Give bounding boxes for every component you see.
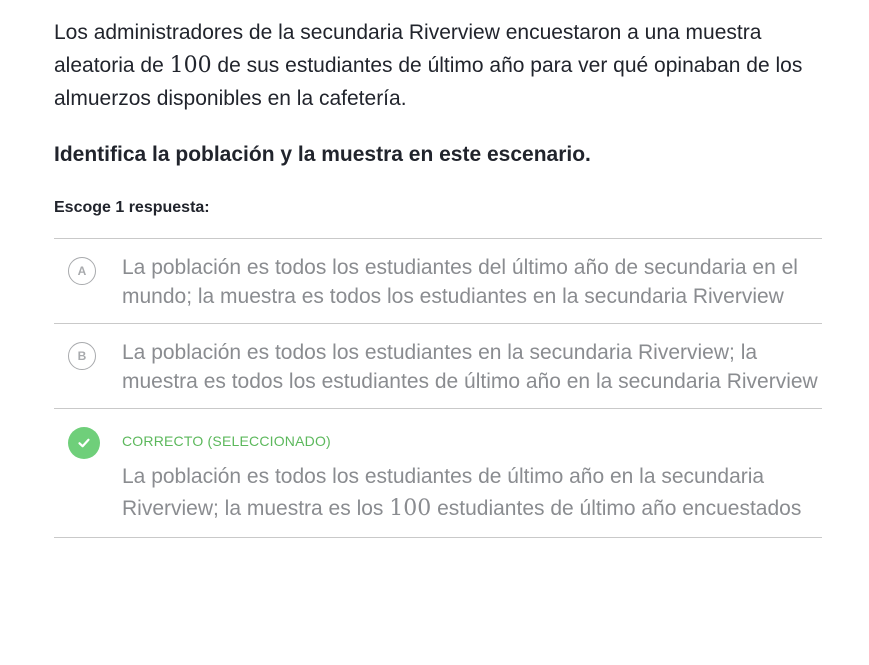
choice-a-text: La población es todos los estudiantes de… (122, 256, 798, 308)
choice-a[interactable]: A La población es todos los estudiantes … (54, 239, 822, 324)
choice-c-text-part2: estudiantes de último año encuestados (431, 497, 802, 520)
choice-c-text: La población es todos los estudiantes de… (122, 461, 822, 525)
choice-c-number: 100 (389, 496, 432, 521)
choice-b-text: La población es todos los estudiantes en… (122, 341, 818, 393)
choice-letter-b: B (68, 342, 96, 370)
choice-letter-a: A (68, 257, 96, 285)
answer-instruction: Escoge 1 respuesta: (54, 199, 210, 216)
sample-size-number: 100 (169, 53, 212, 78)
answer-choices: A La población es todos los estudiantes … (54, 238, 822, 538)
correct-status-label: CORRECTO (SELECCIONADO) (122, 433, 331, 449)
exercise-container: Los administradores de la secundaria Riv… (54, 16, 824, 538)
problem-statement: Los administradores de la secundaria Riv… (54, 16, 824, 115)
choice-c-correct[interactable]: CORRECTO (SELECCIONADO) La población es … (54, 409, 822, 538)
question-heading: Identifica la población y la muestra en … (54, 143, 591, 166)
check-icon (68, 427, 100, 459)
choice-b[interactable]: B La población es todos los estudiantes … (54, 324, 822, 409)
